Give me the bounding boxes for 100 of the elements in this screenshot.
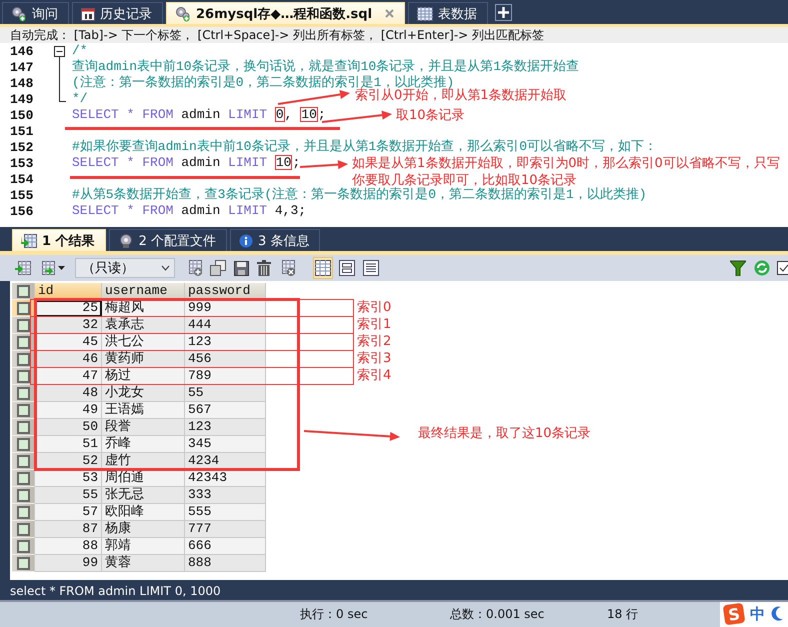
grid-arrow-icon[interactable]: [39, 261, 55, 276]
table-cell: 欧阳峰: [102, 504, 185, 522]
table-cell: 46: [35, 351, 102, 368]
copy-icon[interactable]: [210, 260, 226, 276]
table-cell: 666: [185, 538, 266, 556]
select-all-checkbox[interactable]: [12, 283, 35, 300]
column-header[interactable]: id: [35, 283, 102, 300]
table-cell: 47: [35, 368, 102, 386]
grid-arrow-icon[interactable]: [15, 261, 31, 276]
table-cell: 段誉: [102, 419, 185, 436]
row-selector[interactable]: [12, 538, 35, 556]
execution-time: 执行：0 sec: [300, 606, 369, 623]
row-selector[interactable]: [12, 300, 35, 318]
grid-view-icon[interactable]: [315, 260, 331, 276]
filter-icon[interactable]: [730, 260, 746, 276]
tab[interactable]: 询问: [2, 2, 69, 24]
caret-icon[interactable]: [58, 266, 65, 270]
column-header[interactable]: password: [185, 283, 266, 300]
row-selector[interactable]: [12, 419, 35, 436]
row-selector[interactable]: [12, 351, 35, 368]
row-selector[interactable]: [12, 487, 35, 504]
tab[interactable]: 1 个结果: [12, 229, 106, 252]
table-cell: 789: [185, 368, 266, 386]
table-cell: 88: [35, 538, 102, 556]
table-cell: 杨康: [102, 521, 185, 538]
table-icon: [417, 6, 434, 20]
ime-mode[interactable]: 中: [750, 604, 765, 624]
annotation-label: 索引0: [357, 299, 392, 316]
grid-plus-icon[interactable]: [186, 260, 202, 276]
fold-icon[interactable]: [54, 46, 65, 57]
table-cell: 888: [185, 555, 266, 572]
trash-icon[interactable]: [257, 260, 271, 276]
annotation-text: 索引从0开始，即从第1条数据开始取: [355, 88, 567, 104]
code-line: /*: [71, 43, 88, 59]
save-icon[interactable]: [234, 260, 249, 276]
row-selector[interactable]: [12, 521, 35, 538]
table-cell: 123: [185, 419, 266, 436]
row-selector[interactable]: [12, 470, 35, 488]
total-time: 总数：0.001 sec: [450, 606, 546, 623]
table-cell: 777: [185, 521, 266, 538]
table-arrow-icon: [21, 234, 37, 248]
table-cell: 555: [185, 504, 266, 522]
form-view-icon[interactable]: [339, 260, 355, 276]
code-line: #从第5条数据开始查，查3条记录(注意：第一条数据的索引是0，第二条数据的索引是1，以此类推): [71, 187, 647, 203]
table-cell: 99: [35, 555, 102, 572]
row-count: 18 行: [607, 606, 638, 623]
table-cell: 87: [35, 521, 102, 538]
table-cell: 55: [35, 487, 102, 504]
table-cell: 49: [35, 402, 102, 420]
checkbox-icon[interactable]: [777, 261, 788, 276]
refresh-icon[interactable]: [754, 260, 770, 276]
table-cell: 42343: [185, 470, 266, 488]
tab[interactable]: 2 个配置文件: [108, 229, 227, 252]
table-cell: 黄药师: [102, 351, 185, 368]
table-cell: 45: [35, 334, 102, 352]
table-cell: 444: [185, 317, 266, 334]
table-cell: 32: [35, 317, 102, 334]
row-selector[interactable]: [12, 368, 35, 386]
annotation-label: 索引2: [357, 333, 392, 350]
new-tab-button[interactable]: [495, 4, 512, 21]
table-cell: 333: [185, 487, 266, 504]
gears-icon: [11, 6, 27, 22]
row-selector[interactable]: [12, 436, 35, 454]
tab[interactable]: 3 条信息: [230, 229, 320, 252]
code-line: */: [71, 91, 88, 107]
row-selector[interactable]: [12, 504, 35, 522]
close-icon[interactable]: [385, 9, 394, 18]
mode-select[interactable]: （只读）: [75, 258, 175, 278]
table-cell: 袁承志: [102, 317, 185, 334]
tab[interactable]: 26mysql存◆…程和函数.sql: [166, 2, 406, 24]
table-cell: 51: [35, 436, 102, 454]
plus-icon: [498, 7, 510, 18]
row-selector[interactable]: [12, 453, 35, 470]
annotation-arrow: [322, 110, 392, 123]
row-selector[interactable]: [12, 555, 35, 572]
code-line: 查询admin表中前10条记录，换句话说，就是查询10条记录，并且是从第1条数据开始查: [71, 59, 580, 75]
table-cell: 杨过: [102, 368, 185, 386]
row-selector[interactable]: [12, 385, 35, 402]
column-header[interactable]: username: [102, 283, 185, 300]
grid-delete-icon[interactable]: [279, 260, 295, 276]
tab[interactable]: 历史记录: [72, 2, 163, 24]
table-cell: 王语嫣: [102, 402, 185, 420]
table-cell: 小龙女: [102, 385, 185, 402]
row-selector[interactable]: [12, 334, 35, 352]
row-selector[interactable]: [12, 317, 35, 334]
table-cell: 345: [185, 436, 266, 454]
table-cell: 53: [35, 470, 102, 488]
annotation-text: 如果是从第1条数据开始取，即索引为0时，那么索引0可以省略不写，只写你要取几条记录即可，比如取10条记录: [352, 155, 781, 188]
annotation-label: 索引4: [357, 367, 392, 384]
row-selector[interactable]: [12, 402, 35, 420]
ime-logo[interactable]: S: [722, 603, 746, 626]
info-icon: [238, 234, 253, 248]
table-cell: 55: [185, 385, 266, 402]
code-line: SELECT * FROM admin LIMIT 0, 10;: [71, 107, 326, 123]
autocomplete-hint: 自动完成： [Tab]-> 下一个标签， [Ctrl+Space]-> 列出所有标签， [Ctrl+Enter]-> 列出匹配标签: [10, 28, 544, 42]
table-cell: 50: [35, 419, 102, 436]
table-cell: 乔峰: [102, 436, 185, 454]
text-view-icon[interactable]: [363, 260, 379, 276]
tab[interactable]: 表数据: [408, 2, 488, 24]
moon-icon[interactable]: [771, 606, 783, 622]
